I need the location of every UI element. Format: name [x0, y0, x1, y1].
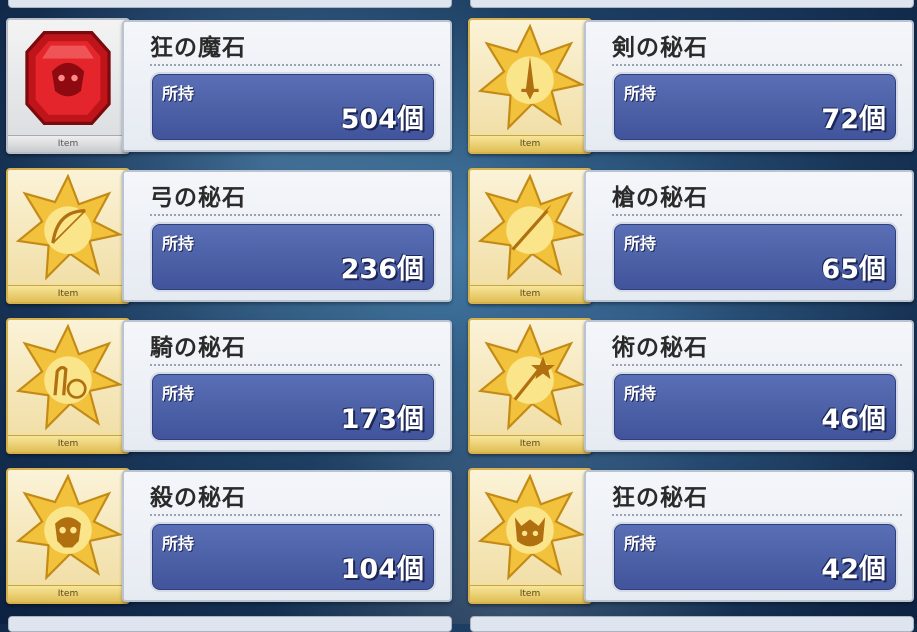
item-name: 術の秘石 — [612, 335, 708, 361]
item-card[interactable]: Item 狂の魔石 所持 504個 — [6, 18, 452, 154]
divider — [150, 514, 440, 516]
item-info-panel: 狂の魔石 所持 504個 — [122, 20, 452, 152]
berserker-gem-icon — [25, 31, 111, 125]
item-thumbnail: Item — [6, 168, 130, 304]
owned-count: 72個 — [821, 104, 886, 135]
owned-count-box: 所持 65個 — [612, 222, 898, 292]
item-info-panel: 術の秘石 所持 46個 — [584, 320, 914, 452]
divider — [150, 364, 440, 366]
item-name: 槍の秘石 — [612, 185, 708, 211]
item-info-panel: 弓の秘石 所持 236個 — [122, 170, 452, 302]
item-tag: Item — [470, 435, 590, 452]
berserker-gem-icon — [477, 474, 584, 581]
item-name: 殺の秘石 — [150, 485, 246, 511]
partial-row-bottom-right — [470, 616, 914, 632]
owned-count: 46個 — [821, 404, 886, 435]
item-thumbnail: Item — [468, 168, 592, 304]
owned-count-box: 所持 173個 — [150, 372, 436, 442]
item-name: 剣の秘石 — [612, 35, 708, 61]
divider — [150, 64, 440, 66]
owned-count: 236個 — [340, 254, 424, 285]
owned-count-box: 所持 46個 — [612, 372, 898, 442]
owned-label: 所持 — [162, 534, 195, 553]
item-name: 弓の秘石 — [150, 185, 246, 211]
item-name: 狂の秘石 — [612, 485, 708, 511]
caster-gem-icon — [477, 324, 584, 431]
owned-count: 42個 — [821, 554, 886, 585]
owned-label: 所持 — [162, 234, 195, 253]
owned-count-box: 所持 42個 — [612, 522, 898, 592]
item-info-panel: 騎の秘石 所持 173個 — [122, 320, 452, 452]
item-card[interactable]: Item 弓の秘石 所持 236個 — [6, 168, 452, 304]
owned-label: 所持 — [624, 84, 657, 103]
item-name: 騎の秘石 — [150, 335, 246, 361]
owned-count-box: 所持 104個 — [150, 522, 436, 592]
owned-label: 所持 — [624, 234, 657, 253]
item-info-panel: 狂の秘石 所持 42個 — [584, 470, 914, 602]
saber-gem-icon — [477, 24, 584, 131]
owned-count: 104個 — [340, 554, 424, 585]
item-tag: Item — [8, 135, 128, 152]
item-thumbnail: Item — [6, 468, 130, 604]
item-card[interactable]: Item 槍の秘石 所持 65個 — [468, 168, 914, 304]
item-card[interactable]: Item 術の秘石 所持 46個 — [468, 318, 914, 454]
divider — [612, 514, 902, 516]
item-thumbnail: Item — [6, 318, 130, 454]
item-tag: Item — [8, 435, 128, 452]
item-tag: Item — [470, 135, 590, 152]
item-card[interactable]: Item 剣の秘石 所持 72個 — [468, 18, 914, 154]
partial-row-top-right — [470, 0, 914, 8]
item-tag: Item — [8, 585, 128, 602]
divider — [612, 364, 902, 366]
item-info-panel: 殺の秘石 所持 104個 — [122, 470, 452, 602]
divider — [612, 214, 902, 216]
owned-label: 所持 — [162, 84, 195, 103]
item-tag: Item — [470, 585, 590, 602]
item-thumbnail: Item — [6, 18, 130, 154]
item-card[interactable]: Item 狂の秘石 所持 42個 — [468, 468, 914, 604]
owned-count-box: 所持 236個 — [150, 222, 436, 292]
item-thumbnail: Item — [468, 318, 592, 454]
owned-label: 所持 — [624, 384, 657, 403]
owned-label: 所持 — [624, 534, 657, 553]
item-card[interactable]: Item 殺の秘石 所持 104個 — [6, 468, 452, 604]
divider — [612, 64, 902, 66]
item-info-panel: 槍の秘石 所持 65個 — [584, 170, 914, 302]
item-name: 狂の魔石 — [150, 35, 246, 61]
owned-count: 504個 — [340, 104, 424, 135]
item-thumbnail: Item — [468, 18, 592, 154]
partial-row-top-left — [8, 0, 452, 8]
item-info-panel: 剣の秘石 所持 72個 — [584, 20, 914, 152]
assassin-gem-icon — [15, 474, 122, 581]
partial-row-bottom-left — [8, 616, 452, 632]
item-card[interactable]: Item 騎の秘石 所持 173個 — [6, 318, 452, 454]
owned-count-box: 所持 504個 — [150, 72, 436, 142]
owned-count-box: 所持 72個 — [612, 72, 898, 142]
rider-gem-icon — [15, 324, 122, 431]
owned-count: 173個 — [340, 404, 424, 435]
item-tag: Item — [8, 285, 128, 302]
divider — [150, 214, 440, 216]
lancer-gem-icon — [477, 174, 584, 281]
item-thumbnail: Item — [468, 468, 592, 604]
archer-gem-icon — [15, 174, 122, 281]
item-tag: Item — [470, 285, 590, 302]
owned-label: 所持 — [162, 384, 195, 403]
owned-count: 65個 — [821, 254, 886, 285]
